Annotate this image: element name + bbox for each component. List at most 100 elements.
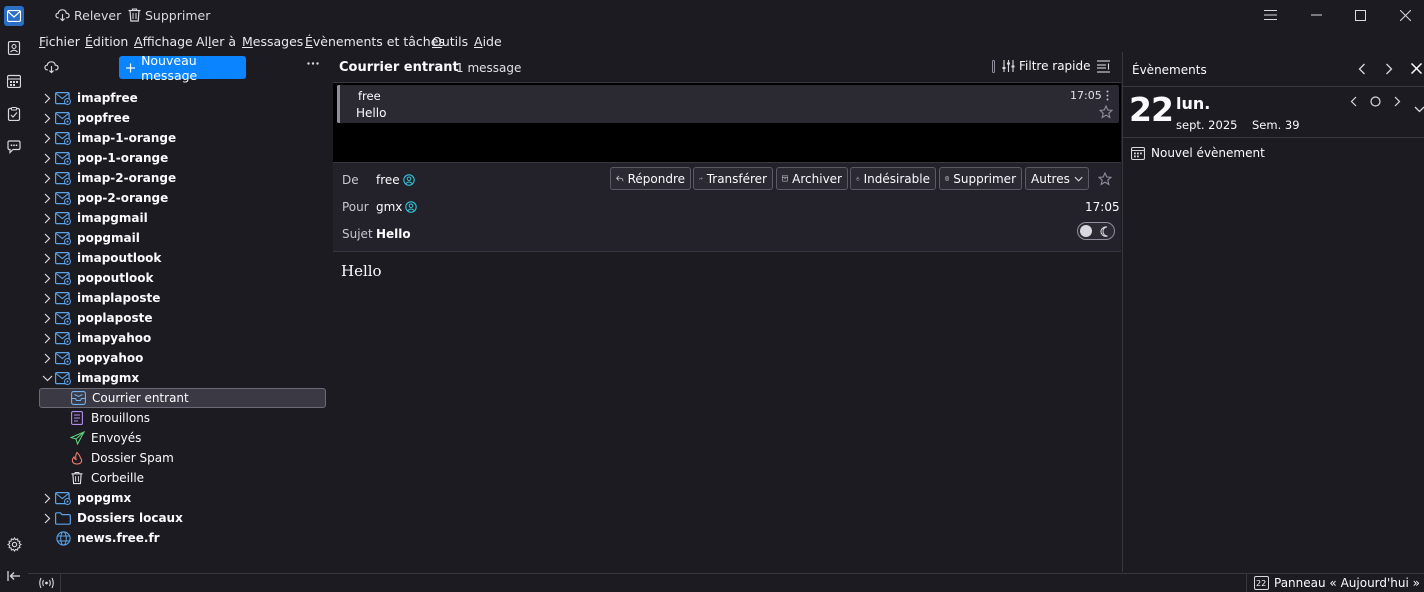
chevron-right-icon[interactable]: [39, 228, 55, 248]
folder-item-popyahoo[interactable]: popyahoo: [39, 348, 326, 368]
quick-filter-button[interactable]: Filtre rapide: [1002, 59, 1091, 73]
today-pane-calendar-icon: 22: [1254, 576, 1269, 590]
folder-item-courrier-entrant[interactable]: Courrier entrant: [39, 388, 326, 408]
minimize-window-icon[interactable]: [1306, 5, 1326, 25]
folder-item-envoyes[interactable]: Envoyés: [39, 428, 326, 448]
folder-item-brouillons[interactable]: Brouillons: [39, 408, 326, 428]
folder-item-popoutlook[interactable]: popoutlook: [39, 268, 326, 288]
events-prev-icon[interactable]: [1358, 63, 1366, 75]
reply-button[interactable]: Répondre: [610, 167, 691, 190]
spam-icon: [69, 450, 85, 466]
chevron-down-icon[interactable]: [39, 368, 55, 388]
delete-message-button[interactable]: Supprimer: [939, 167, 1022, 190]
chat-space-icon[interactable]: [4, 137, 24, 157]
events-next-icon[interactable]: [1385, 63, 1393, 75]
folder-item-news-free-fr[interactable]: news.free.fr: [39, 528, 326, 548]
events-close-icon[interactable]: [1411, 63, 1422, 74]
chevron-right-icon[interactable]: [39, 488, 55, 508]
delete-button[interactable]: Supprimer: [128, 5, 210, 25]
folder-item-imapyahoo[interactable]: imapyahoo: [39, 328, 326, 348]
address-book-icon[interactable]: [4, 38, 24, 58]
chevron-right-icon[interactable]: [39, 148, 55, 168]
folder-pane-more-icon[interactable]: [307, 62, 319, 65]
title-toolbar: Relever Supprimer: [28, 0, 1424, 30]
menu-go[interactable]: Aller à: [196, 34, 236, 49]
tasks-space-icon[interactable]: [4, 104, 24, 124]
to-recipient[interactable]: gmx: [376, 200, 418, 214]
chevron-right-icon[interactable]: [39, 268, 55, 288]
close-window-icon[interactable]: [1395, 5, 1415, 25]
folder-item-popgmx[interactable]: popgmx: [39, 488, 326, 508]
account-mail-icon: [55, 490, 71, 506]
display-options-icon[interactable]: [1097, 60, 1110, 73]
card-star-icon[interactable]: [1099, 105, 1113, 119]
menu-edit[interactable]: Édition: [85, 34, 128, 49]
chevron-right-icon[interactable]: [39, 88, 55, 108]
folder-item-imap-1-orange[interactable]: imap-1-orange: [39, 128, 326, 148]
settings-gear-icon[interactable]: [4, 534, 24, 554]
new-message-button[interactable]: Nouveau message: [119, 53, 246, 83]
more-button[interactable]: Autres: [1025, 167, 1089, 190]
folder-item-imapfree[interactable]: imapfree: [39, 88, 326, 108]
folder-item-dossier-spam[interactable]: Dossier Spam: [39, 448, 326, 468]
folder-item-imaplaposte[interactable]: imaplaposte: [39, 288, 326, 308]
menu-file[interactable]: Fichier: [39, 34, 80, 49]
folder-item-imapoutlook[interactable]: imapoutlook: [39, 248, 326, 268]
expand-chevron-icon[interactable]: [1414, 106, 1424, 113]
junk-button[interactable]: Indésirable: [850, 167, 936, 190]
day-prev-icon[interactable]: [1350, 96, 1357, 107]
drafts-icon: [69, 410, 85, 426]
today-pane-toggle[interactable]: 22 Panneau « Aujourd'hui »: [1254, 576, 1424, 590]
collapse-spaces-icon[interactable]: [4, 566, 24, 586]
menu-messages[interactable]: Messages: [242, 34, 303, 49]
chevron-right-icon[interactable]: [39, 508, 55, 528]
folder-item-imapgmail[interactable]: imapgmail: [39, 208, 326, 228]
app-menu-hamburger-icon[interactable]: [1260, 5, 1280, 25]
menu-tools[interactable]: Outils: [432, 34, 468, 49]
folder-item-pop-2-orange[interactable]: pop-2-orange: [39, 188, 326, 208]
chevron-right-icon[interactable]: [39, 328, 55, 348]
online-status-icon[interactable]: [38, 577, 55, 589]
message-body[interactable]: Hello: [333, 253, 1121, 572]
today-circle-icon[interactable]: [1370, 96, 1381, 107]
card-menu-icon[interactable]: [1106, 90, 1109, 101]
get-messages-pane-icon[interactable]: [44, 60, 59, 74]
chevron-right-icon[interactable]: [39, 248, 55, 268]
get-messages-button[interactable]: Relever: [55, 5, 121, 25]
folder-item-dossiers-locaux[interactable]: Dossiers locaux: [39, 508, 326, 528]
folder-item-imap-2-orange[interactable]: imap-2-orange: [39, 168, 326, 188]
folder-item-popfree[interactable]: popfree: [39, 108, 326, 128]
chevron-right-icon[interactable]: [39, 128, 55, 148]
junk-label: Indésirable: [863, 171, 930, 186]
chevron-right-icon[interactable]: [39, 308, 55, 328]
archive-button[interactable]: Archiver: [776, 167, 848, 190]
chevron-right-icon[interactable]: [39, 208, 55, 228]
maximize-window-icon[interactable]: [1350, 5, 1370, 25]
folder-item-corbeille[interactable]: Corbeille: [39, 468, 326, 488]
forward-button[interactable]: Transférer: [693, 167, 773, 190]
header-star-icon[interactable]: [1098, 172, 1112, 186]
chevron-right-icon[interactable]: [39, 188, 55, 208]
trash-icon: [69, 470, 85, 486]
sent-icon: [69, 430, 85, 446]
chevron-right-icon[interactable]: [39, 288, 55, 308]
message-header: De free Répondre Transférer Archiver Ind…: [333, 162, 1121, 252]
day-next-icon[interactable]: [1394, 96, 1401, 107]
inbox-icon: [70, 390, 86, 406]
menu-help[interactable]: Aide: [474, 34, 502, 49]
folder-item-imapgmx[interactable]: imapgmx: [39, 368, 326, 388]
new-event-button[interactable]: Nouvel évènement: [1131, 146, 1265, 160]
chevron-right-icon[interactable]: [39, 348, 55, 368]
folder-item-pop-1-orange[interactable]: pop-1-orange: [39, 148, 326, 168]
chevron-right-icon[interactable]: [39, 108, 55, 128]
menu-events-tasks[interactable]: Évènements et tâches: [305, 34, 445, 49]
dark-mode-toggle[interactable]: [1077, 222, 1115, 240]
menu-view[interactable]: Affichage: [134, 34, 193, 49]
mail-space-icon[interactable]: [4, 6, 24, 26]
chevron-right-icon[interactable]: [39, 168, 55, 188]
calendar-space-icon[interactable]: [4, 71, 24, 91]
folder-item-popgmail[interactable]: popgmail: [39, 228, 326, 248]
message-card[interactable]: free 17:05 Hello: [337, 85, 1119, 123]
folder-item-poplaposte[interactable]: poplaposte: [39, 308, 326, 328]
from-recipient[interactable]: free: [376, 173, 415, 187]
